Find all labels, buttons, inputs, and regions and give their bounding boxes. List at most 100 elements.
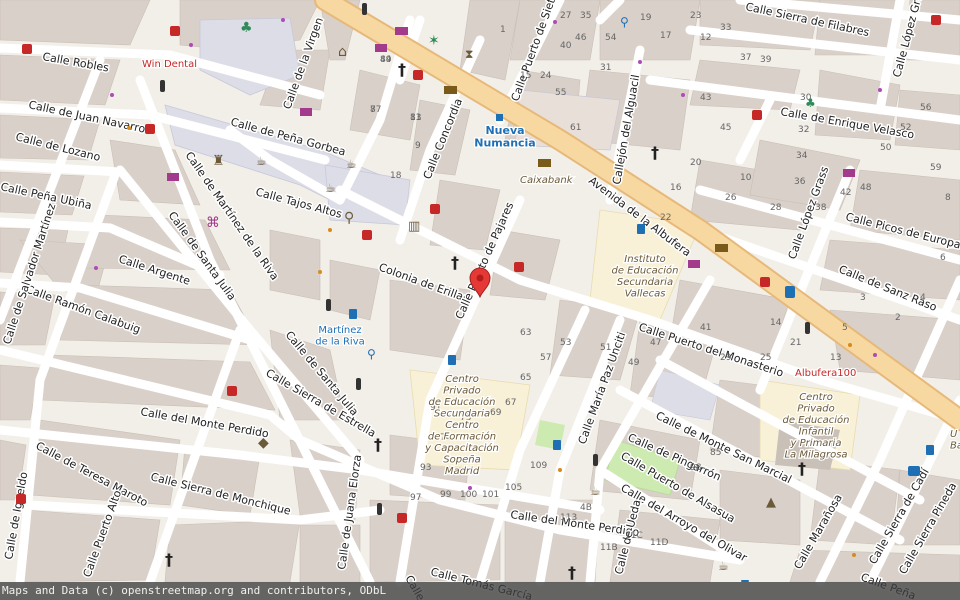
- bus-stop-icon: [637, 224, 645, 234]
- house-number: 47: [650, 338, 661, 348]
- house-number: 15: [520, 71, 531, 81]
- amenity-dot: [318, 270, 322, 274]
- pharmacy-icon: [16, 494, 26, 504]
- house-number: 18: [390, 171, 402, 181]
- house-number: 42: [840, 188, 851, 198]
- house-number: 37: [740, 53, 751, 63]
- cafe-icon: ☕: [718, 559, 729, 573]
- art-icon: ◆: [258, 435, 269, 451]
- amenity-dot: [127, 126, 131, 130]
- house-number: 35: [580, 11, 591, 21]
- shop-dot: [110, 93, 114, 97]
- house-number: 105: [505, 483, 522, 493]
- metro-station-icon: [496, 114, 503, 121]
- house-number: 24: [540, 71, 552, 81]
- house-number: 17: [660, 31, 671, 41]
- pharmacy-icon: [514, 262, 524, 272]
- shop-icon: [167, 173, 179, 181]
- house-number: 39: [760, 55, 772, 65]
- hourglass-icon: ⧗: [465, 47, 473, 61]
- pharmacy-icon: [752, 110, 762, 120]
- pharmacy-icon: [170, 26, 180, 36]
- house-number: 48: [860, 183, 872, 193]
- church-icon: †: [374, 435, 382, 454]
- house-number: 22: [660, 213, 671, 223]
- house-number: 4: [920, 293, 926, 303]
- house-number: 51: [600, 343, 611, 353]
- house-number: 31: [600, 63, 611, 73]
- map-attribution: Maps and Data (c) openstreetmap.org and …: [0, 582, 960, 600]
- house-number: 9: [415, 141, 421, 151]
- shop-dot: [638, 60, 642, 64]
- amenity-dot: [852, 553, 856, 557]
- house-number: 53: [560, 338, 571, 348]
- house-number: 54: [605, 33, 617, 43]
- church-icon: †: [398, 60, 406, 79]
- house-number: 113: [560, 513, 577, 523]
- map-canvas[interactable]: Calle Robles Calle de Juan Navarro Calle…: [0, 0, 960, 600]
- pharmacy-icon: [22, 44, 32, 54]
- pharmacy-icon: [760, 277, 770, 287]
- house-number: 50: [880, 143, 892, 153]
- traffic-signal-icon: [805, 322, 810, 334]
- poi-label-metro-station: Martínez de la Riva: [315, 324, 365, 348]
- shelter-icon: ▲: [766, 495, 776, 510]
- house-number: 27: [560, 11, 571, 21]
- house-number: 43: [700, 93, 711, 103]
- shop-dot: [94, 266, 98, 270]
- bank-icon: [715, 244, 728, 252]
- shop-dot: [873, 353, 877, 357]
- house-number: 11B: [600, 543, 618, 553]
- poi-label-dental: Win Dental: [142, 59, 197, 70]
- cafe-icon: ☕: [325, 181, 336, 195]
- shop-icon: [688, 260, 700, 268]
- fuel-icon: [785, 286, 795, 298]
- house-number: 5: [842, 323, 848, 333]
- house-number: 67: [505, 398, 516, 408]
- house-number: 32: [798, 125, 809, 135]
- house-number: 11C: [625, 531, 643, 541]
- house-number: 98: [690, 463, 702, 473]
- poi-label-bank: Caixabank: [520, 175, 574, 186]
- shop-dot: [189, 43, 193, 47]
- bicycle-icon: ⚲: [620, 15, 629, 29]
- house-number: 8: [945, 193, 951, 203]
- house-number: 38: [815, 203, 827, 213]
- shop-dot: [281, 18, 285, 22]
- house-number: 36: [794, 177, 806, 187]
- house-number: 4B: [580, 503, 592, 513]
- pharmacy-icon: [227, 386, 237, 396]
- house-number: 41: [700, 323, 711, 333]
- shop-icon: [395, 27, 408, 35]
- house-number: 99: [440, 490, 452, 500]
- house-number: 97: [410, 493, 421, 503]
- house-number: 83: [410, 113, 421, 123]
- traffic-signal-icon: [160, 80, 165, 92]
- house-number: 3: [860, 293, 866, 303]
- amenity-dot: [848, 343, 852, 347]
- library-icon: ▥: [408, 219, 420, 234]
- market-icon: ⌘: [206, 215, 220, 231]
- shop-dot: [681, 93, 685, 97]
- house-number: 55: [555, 88, 566, 98]
- house-number: 12: [700, 33, 711, 43]
- house-number: 46: [575, 33, 587, 43]
- house-number: 63: [520, 328, 531, 338]
- traffic-signal-icon: [326, 299, 331, 311]
- house-number: 100: [460, 490, 477, 500]
- shop-icon: [300, 108, 312, 116]
- bus-stop-icon: [553, 440, 561, 450]
- traffic-signal-icon: [356, 378, 361, 390]
- fountain-icon: ⚲: [344, 210, 354, 226]
- monument-icon: ⌂: [338, 44, 347, 60]
- house-number: 89: [380, 55, 392, 65]
- theatre-icon: ♜: [212, 153, 225, 169]
- bank-icon: [538, 159, 551, 167]
- house-number: 57: [540, 353, 551, 363]
- shop-icon: [843, 169, 855, 177]
- sports-icon: ✶: [428, 33, 440, 49]
- bus-stop-icon: [349, 309, 357, 319]
- traffic-signal-icon: [593, 454, 598, 466]
- pharmacy-icon: [397, 513, 407, 523]
- house-number: 20: [690, 158, 702, 168]
